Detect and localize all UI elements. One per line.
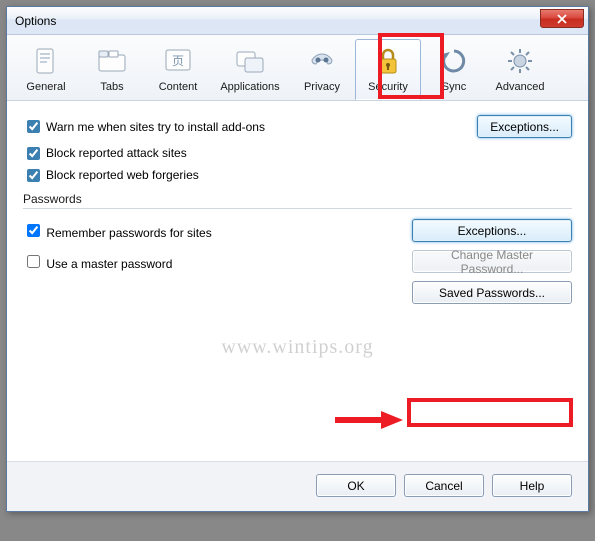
tab-security[interactable]: Security [355, 39, 421, 100]
help-button[interactable]: Help [492, 474, 572, 497]
privacy-icon [305, 44, 339, 78]
warn-addons-checkbox[interactable]: Warn me when sites try to install add-on… [23, 120, 265, 134]
tab-privacy[interactable]: Privacy [289, 39, 355, 100]
tab-privacy-label: Privacy [304, 81, 340, 93]
highlight-saved-passwords [407, 398, 573, 427]
tab-content[interactable]: 页 Content [145, 39, 211, 100]
watermark: www.wintips.org [221, 336, 373, 359]
tab-tabs[interactable]: Tabs [79, 39, 145, 100]
tab-advanced-label: Advanced [496, 81, 545, 93]
divider [23, 208, 572, 209]
addons-exceptions-button[interactable]: Exceptions... [477, 115, 572, 138]
tabs-icon [95, 44, 129, 78]
tab-general-label: General [26, 81, 65, 93]
category-toolbar: General Tabs 页 Content Applications Priv… [7, 35, 588, 101]
ok-button[interactable]: OK [316, 474, 396, 497]
titlebar: Options [7, 7, 588, 35]
passwords-exceptions-button[interactable]: Exceptions... [412, 219, 572, 242]
master-password-checkbox[interactable]: Use a master password [23, 252, 402, 271]
saved-passwords-button[interactable]: Saved Passwords... [412, 281, 572, 304]
remember-passwords-label: Remember passwords for sites [46, 226, 211, 240]
svg-text:页: 页 [172, 54, 184, 68]
tab-security-label: Security [368, 81, 408, 93]
remember-passwords-checkbox[interactable]: Remember passwords for sites [23, 221, 402, 240]
tab-tabs-label: Tabs [100, 81, 123, 93]
close-icon [557, 14, 567, 24]
general-icon [29, 44, 63, 78]
block-attack-label: Block reported attack sites [46, 146, 187, 160]
security-panel: Warn me when sites try to install add-on… [7, 101, 588, 461]
content-icon: 页 [161, 44, 195, 78]
passwords-group-label: Passwords [23, 192, 572, 206]
advanced-icon [503, 44, 537, 78]
change-master-password-button: Change Master Password... [412, 250, 572, 273]
cancel-button[interactable]: Cancel [404, 474, 484, 497]
block-forgeries-checkbox[interactable]: Block reported web forgeries [23, 168, 199, 182]
tab-sync[interactable]: Sync [421, 39, 487, 100]
tab-content-label: Content [159, 81, 198, 93]
tab-sync-label: Sync [442, 81, 466, 93]
tab-applications-label: Applications [220, 81, 279, 93]
tab-general[interactable]: General [13, 39, 79, 100]
applications-icon [233, 44, 267, 78]
close-button[interactable] [540, 9, 584, 28]
arrow-icon [333, 409, 403, 431]
sync-icon [437, 44, 471, 78]
window-title: Options [15, 14, 56, 28]
master-password-label: Use a master password [46, 257, 172, 271]
security-icon [371, 44, 405, 78]
options-dialog: Options General Tabs 页 Content [6, 6, 589, 512]
tab-applications[interactable]: Applications [211, 39, 289, 100]
block-forgeries-label: Block reported web forgeries [46, 168, 199, 182]
dialog-button-bar: OK Cancel Help [7, 461, 588, 511]
tab-advanced[interactable]: Advanced [487, 39, 553, 100]
warn-addons-label: Warn me when sites try to install add-on… [46, 120, 265, 134]
block-attack-checkbox[interactable]: Block reported attack sites [23, 146, 187, 160]
